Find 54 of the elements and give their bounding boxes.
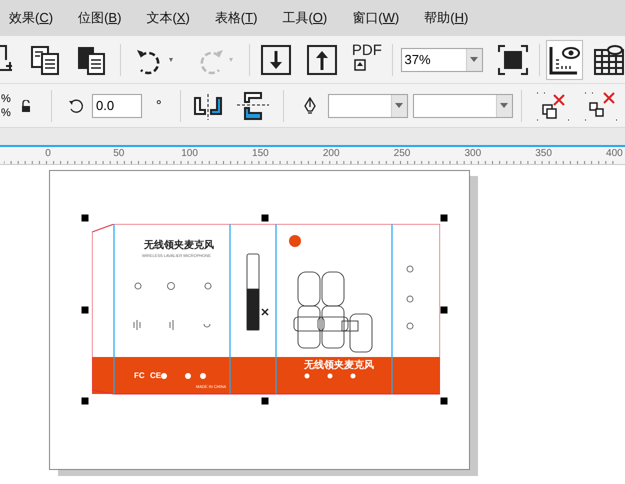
menu-item[interactable]: 表格(T) xyxy=(214,8,258,28)
ruler-label: 50 xyxy=(113,148,124,159)
ruler-label: 200 xyxy=(322,148,340,159)
menu-item[interactable]: 帮助(H) xyxy=(424,8,468,28)
selection-handle[interactable] xyxy=(440,398,448,404)
ruler-label: 400 xyxy=(606,148,623,159)
mirror-vertical-icon[interactable] xyxy=(236,90,269,120)
menu-item[interactable]: 文本(X) xyxy=(146,8,190,28)
certification-mark: CE xyxy=(150,371,162,380)
selection-handle[interactable] xyxy=(82,214,88,222)
percent-label: % xyxy=(1,106,12,120)
copy-icon[interactable] xyxy=(30,44,62,76)
zoom-combo[interactable]: 37% xyxy=(400,48,483,72)
outline-width-dropdown[interactable] xyxy=(328,94,408,118)
caret-icon xyxy=(470,57,478,62)
grid-icon[interactable] xyxy=(593,44,625,76)
caret-icon xyxy=(395,103,404,108)
selection-handle[interactable] xyxy=(440,306,448,314)
line-style-dropdown[interactable] xyxy=(412,94,513,118)
export-icon[interactable] xyxy=(306,44,338,76)
caret-icon xyxy=(500,103,508,108)
menu-item[interactable]: 效果(C) xyxy=(9,8,54,28)
pdf-label: PDF xyxy=(352,42,382,58)
ruler-label: 100 xyxy=(181,148,198,159)
break-apart-icon[interactable] xyxy=(536,90,570,120)
upload-icon xyxy=(354,58,366,70)
ruler-label: 250 xyxy=(394,148,410,159)
selection-handle[interactable] xyxy=(262,398,268,404)
selection-handle[interactable] xyxy=(82,398,88,404)
pen-nib-icon[interactable] xyxy=(304,96,316,114)
rotate-icon xyxy=(68,98,84,114)
degree-symbol: ° xyxy=(156,96,162,115)
selection-handle[interactable] xyxy=(262,214,268,222)
percent-label: % xyxy=(1,92,12,106)
import-icon[interactable] xyxy=(260,44,292,76)
band-title: 无线领夹麦克风 xyxy=(304,360,374,371)
ruler-label: 350 xyxy=(535,148,552,159)
menu-item[interactable]: 工具(O) xyxy=(282,8,328,28)
certification-mark: FC xyxy=(134,371,145,380)
menu-item[interactable]: 位图(B) xyxy=(78,8,122,28)
mirror-horizontal-icon[interactable] xyxy=(192,92,223,120)
rotation-field[interactable]: 0.0 xyxy=(92,94,142,118)
product-title: 无线领夹麦克风 xyxy=(144,240,214,251)
ruler-label: 300 xyxy=(464,148,482,159)
lock-icon[interactable] xyxy=(21,100,31,112)
ungroup-icon[interactable] xyxy=(584,90,618,120)
menu-item[interactable]: 窗口(W) xyxy=(352,8,400,28)
fullscreen-icon[interactable] xyxy=(496,44,529,76)
rulers-button[interactable] xyxy=(546,40,584,80)
selection-handle[interactable] xyxy=(82,306,88,314)
ruler-label: 0 xyxy=(45,148,51,159)
pdf-button[interactable]: PDF xyxy=(352,42,384,76)
selection-handle[interactable] xyxy=(440,214,448,222)
ruler-label: 150 xyxy=(252,148,269,159)
